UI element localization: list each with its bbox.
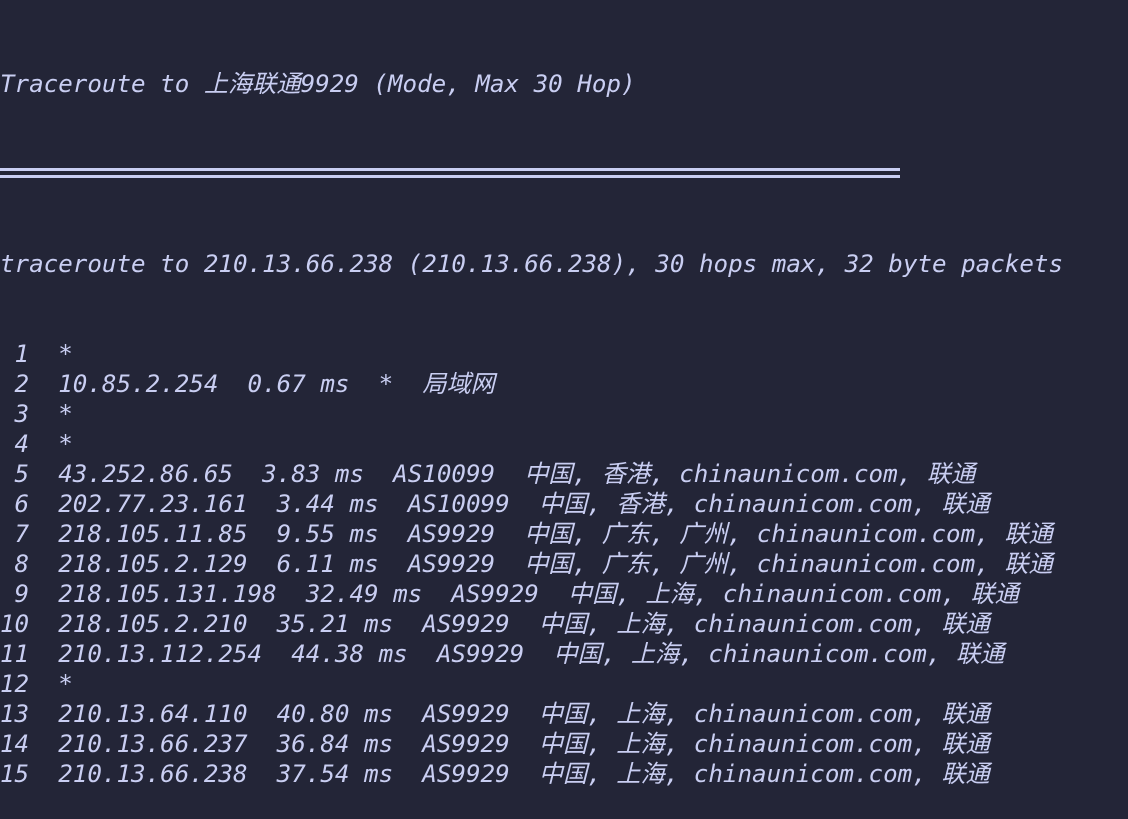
hop-ip: 210.13.64.110 — [58, 700, 248, 728]
hop-loc: 中国, 上海, chinaunicom.com, 联通 — [538, 730, 990, 758]
hop-row: 3 * — [0, 399, 1128, 429]
hop-loc: 中国, 上海, chinaunicom.com, 联通 — [567, 580, 1019, 608]
hop-loc: 中国, 广东, 广州, chinaunicom.com, 联通 — [524, 550, 1053, 578]
hop-ip: 218.105.2.210 — [58, 610, 248, 638]
hop-hop: 9 — [14, 580, 30, 608]
hop-ip: * — [58, 670, 73, 698]
hop-row: 15 210.13.66.238 37.54 ms AS9929 中国, 上海,… — [0, 759, 1128, 789]
hop-asn: AS9929 — [407, 520, 496, 548]
hop-hop: 12 — [0, 670, 30, 698]
hop-loc: 中国, 香港, chinaunicom.com, 联通 — [524, 460, 976, 488]
hop-row: 8 218.105.2.129 6.11 ms AS9929 中国, 广东, 广… — [0, 549, 1128, 579]
hop-hop: 11 — [0, 640, 30, 668]
title-separator — [0, 159, 1128, 189]
hop-hop: 3 — [14, 400, 30, 428]
hop-rtt: 0.67 ms — [247, 370, 350, 398]
hop-row: 7 218.105.11.85 9.55 ms AS9929 中国, 广东, 广… — [0, 519, 1128, 549]
traceroute-header: traceroute to 210.13.66.238 (210.13.66.2… — [0, 250, 1064, 278]
hop-hop: 8 — [14, 550, 30, 578]
hop-hop: 13 — [0, 700, 30, 728]
hop-asn: AS9929 — [436, 640, 525, 668]
hop-ip: 10.85.2.254 — [58, 370, 219, 398]
hop-loc: 中国, 广东, 广州, chinaunicom.com, 联通 — [524, 520, 1053, 548]
hop-rtt: 35.21 ms — [276, 610, 394, 638]
hop-row: 12 * — [0, 669, 1128, 699]
hop-ip: 218.105.131.198 — [58, 580, 277, 608]
hop-row: 1 * — [0, 339, 1128, 369]
hop-rtt: 6.11 ms — [276, 550, 379, 578]
hop-asn: AS9929 — [422, 730, 510, 758]
hop-hop: 6 — [14, 490, 30, 518]
hop-rtt: 36.84 ms — [276, 730, 394, 758]
hop-hop: 7 — [14, 520, 30, 548]
hop-asn: AS10099 — [407, 490, 510, 518]
hop-row: 14 210.13.66.237 36.84 ms AS9929 中国, 上海,… — [0, 729, 1128, 759]
hop-ip: * — [58, 400, 73, 428]
hop-asn: AS9929 — [422, 700, 510, 728]
traceroute-title: Traceroute to 上海联通9929 (Mode, Max 30 Hop… — [0, 70, 636, 98]
hop-row: 2 10.85.2.254 0.67 ms * 局域网 — [0, 369, 1128, 399]
hop-asn: AS9929 — [422, 760, 510, 788]
hop-row: 9 218.105.131.198 32.49 ms AS9929 中国, 上海… — [0, 579, 1128, 609]
hop-rtt: 37.54 ms — [276, 760, 394, 788]
hop-loc: 局域网 — [422, 370, 495, 398]
hop-ip: * — [58, 340, 73, 368]
hop-hop: 14 — [0, 730, 30, 758]
hop-hop: 10 — [0, 610, 30, 638]
hop-row: 11 210.13.112.254 44.38 ms AS9929 中国, 上海… — [0, 639, 1128, 669]
terminal-output: Traceroute to 上海联通9929 (Mode, Max 30 Hop… — [0, 0, 1128, 819]
hop-hop: 15 — [0, 760, 30, 788]
hop-hop: 2 — [14, 370, 30, 398]
hop-row: 10 218.105.2.210 35.21 ms AS9929 中国, 上海,… — [0, 609, 1128, 639]
hop-asn: AS9929 — [422, 610, 510, 638]
hop-loc: 中国, 香港, chinaunicom.com, 联通 — [538, 490, 990, 518]
hop-rtt: 9.55 ms — [276, 520, 379, 548]
hop-list: 1 * 2 10.85.2.254 0.67 ms * 局域网 3 * 4 * 5 43… — [0, 339, 1128, 789]
hop-loc: 中国, 上海, chinaunicom.com, 联通 — [553, 640, 1005, 668]
hop-ip: 210.13.66.238 — [58, 760, 248, 788]
hop-loc: 中国, 上海, chinaunicom.com, 联通 — [538, 610, 990, 638]
hop-ip: 218.105.2.129 — [58, 550, 248, 578]
hop-rtt: 44.38 ms — [291, 640, 408, 668]
hop-rtt: 32.49 ms — [305, 580, 423, 608]
hop-ip: 43.252.86.65 — [58, 460, 233, 488]
hop-row: 5 43.252.86.65 3.83 ms AS10099 中国, 香港, c… — [0, 459, 1128, 489]
hop-asn: AS9929 — [407, 550, 496, 578]
hop-ip: 210.13.112.254 — [58, 640, 263, 668]
hop-loc: 中国, 上海, chinaunicom.com, 联通 — [538, 700, 990, 728]
hop-asn: AS10099 — [393, 460, 496, 488]
hop-ip: 210.13.66.237 — [58, 730, 248, 758]
hop-loc: 中国, 上海, chinaunicom.com, 联通 — [538, 760, 990, 788]
hop-hop: 5 — [14, 460, 30, 488]
hop-row: 4 * — [0, 429, 1128, 459]
hop-rtt: 3.83 ms — [262, 460, 365, 488]
hop-ip: 218.105.11.85 — [58, 520, 248, 548]
hop-ip: 202.77.23.161 — [58, 490, 248, 518]
hop-ip: * — [58, 430, 73, 458]
hop-rtt: 3.44 ms — [276, 490, 379, 518]
hop-rtt: 40.80 ms — [276, 700, 394, 728]
hop-asn: AS9929 — [451, 580, 539, 608]
hop-hop: 1 — [14, 340, 30, 368]
hop-row: 13 210.13.64.110 40.80 ms AS9929 中国, 上海,… — [0, 699, 1128, 729]
hop-row: 6 202.77.23.161 3.44 ms AS10099 中国, 香港, … — [0, 489, 1128, 519]
hop-asn: * — [378, 370, 394, 398]
hop-hop: 4 — [14, 430, 30, 458]
